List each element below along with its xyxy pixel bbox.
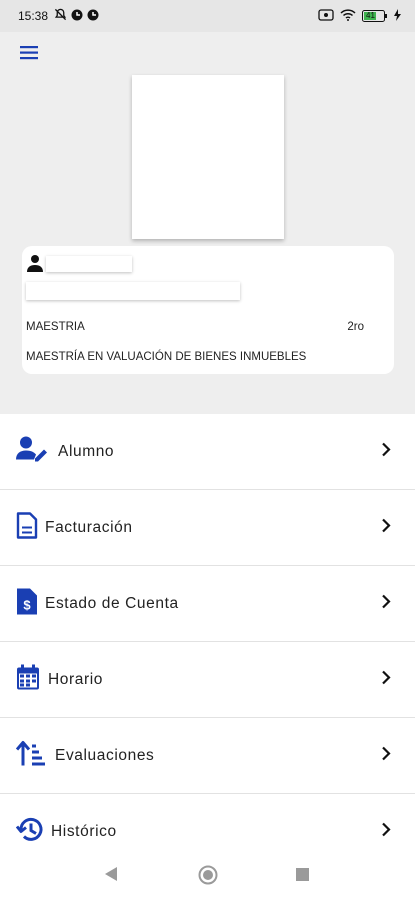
home-icon[interactable] xyxy=(198,865,218,890)
system-navigation-bar xyxy=(0,850,415,900)
chevron-right-icon xyxy=(381,594,391,613)
chevron-right-icon xyxy=(381,822,391,841)
status-icons: 41 xyxy=(318,8,401,24)
student-edit-icon xyxy=(16,435,50,468)
program-type: MAESTRIA xyxy=(26,321,85,333)
history-icon xyxy=(15,816,44,847)
sort-ascending-icon xyxy=(15,740,46,771)
status-bar: 15:38 41 xyxy=(0,0,415,32)
menu-hamburger-icon[interactable] xyxy=(18,44,42,62)
wifi-icon xyxy=(340,8,356,24)
screen-record-icon xyxy=(318,8,334,24)
menu-item-estado-de-cuenta[interactable]: $ Estado de Cuenta xyxy=(0,566,415,642)
money-document-icon: $ xyxy=(16,587,38,620)
program-name: MAESTRÍA EN VALUACIÓN DE BIENES INMUEBLE… xyxy=(26,351,307,363)
chevron-right-icon xyxy=(381,442,391,461)
menu-label-alumno: Alumno xyxy=(58,442,115,460)
document-icon xyxy=(16,511,38,544)
menu-label-historico: Histórico xyxy=(51,822,117,840)
recents-icon[interactable] xyxy=(296,868,309,886)
main-menu: Alumno Facturación $ Estado de Cuenta Ho… xyxy=(0,414,415,870)
chevron-right-icon xyxy=(381,670,391,689)
status-time: 15:38 xyxy=(18,9,49,23)
student-name-field xyxy=(46,256,132,272)
app-notification-icon xyxy=(87,9,99,24)
program-level: 2ro xyxy=(347,321,364,333)
menu-label-horario: Horario xyxy=(48,670,104,688)
menu-item-facturacion[interactable]: Facturación xyxy=(0,490,415,566)
menu-item-horario[interactable]: Horario xyxy=(0,642,415,718)
person-icon xyxy=(26,254,44,272)
svg-text:$: $ xyxy=(23,597,31,612)
app-notification-icon xyxy=(71,9,83,24)
menu-label-evaluaciones: Evaluaciones xyxy=(55,746,155,764)
notifications-off-icon xyxy=(54,8,67,24)
student-info-card: MAESTRIA 2ro MAESTRÍA EN VALUACIÓN DE BI… xyxy=(22,246,394,374)
profile-photo xyxy=(132,75,284,239)
menu-item-alumno[interactable]: Alumno xyxy=(0,414,415,490)
menu-label-estado-de-cuenta: Estado de Cuenta xyxy=(45,594,179,612)
student-id-field xyxy=(26,282,240,300)
menu-item-evaluaciones[interactable]: Evaluaciones xyxy=(0,718,415,794)
battery-level: 41 xyxy=(366,11,375,20)
chevron-right-icon xyxy=(381,518,391,537)
chevron-right-icon xyxy=(381,746,391,765)
battery-icon: 41 xyxy=(362,10,388,22)
calendar-icon xyxy=(16,664,40,695)
charging-icon xyxy=(394,8,401,24)
menu-label-facturacion: Facturación xyxy=(45,518,133,536)
back-icon[interactable] xyxy=(104,866,118,887)
